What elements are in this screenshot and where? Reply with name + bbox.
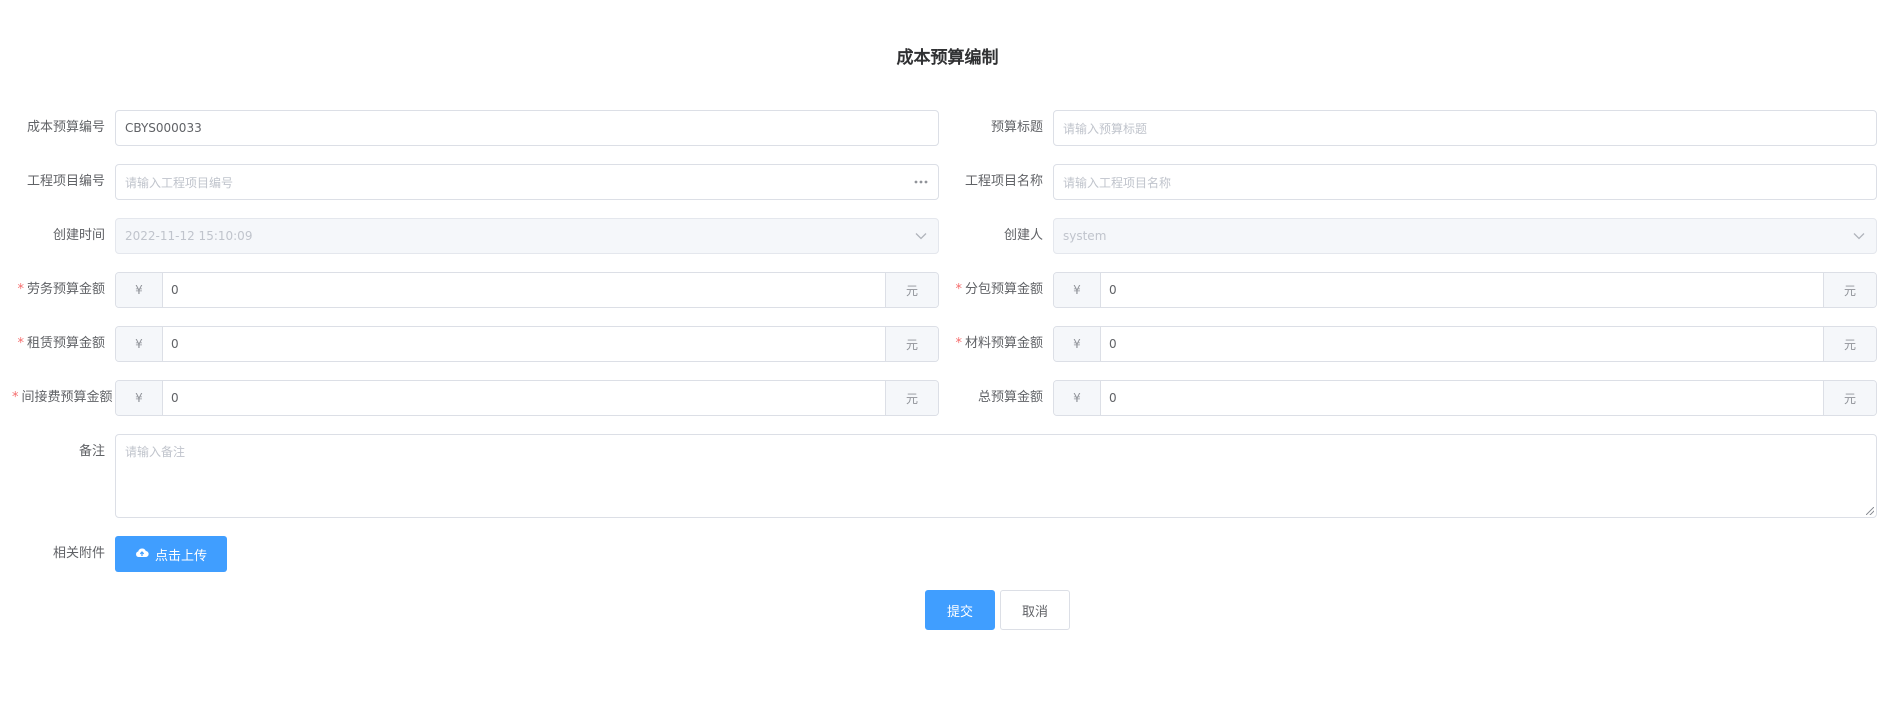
lease-row: * 租赁预算金额 ¥ 0 元 — [12, 326, 939, 362]
chevron-down-icon — [1851, 228, 1867, 244]
creator-row: 创建人 system — [950, 218, 1877, 254]
indirect-label: * 间接费预算金额 — [12, 390, 113, 405]
lease-amount-input[interactable]: ¥ 0 元 — [115, 326, 939, 362]
cancel-button[interactable]: 取消 — [1000, 590, 1070, 630]
project-name-placeholder: 请输入工程项目名称 — [1063, 175, 1172, 190]
chevron-down-icon — [913, 228, 929, 244]
project-name-row: 工程项目名称 请输入工程项目名称 — [950, 164, 1877, 200]
indirect-amount-input[interactable]: ¥ 0 元 — [115, 380, 939, 416]
project-no-row: 工程项目编号 请输入工程项目编号 — [12, 164, 939, 200]
material-row: * 材料预算金额 ¥ 0 元 — [950, 326, 1877, 362]
indirect-amount-value[interactable]: 0 — [163, 381, 885, 415]
upload-button[interactable]: 点击上传 — [115, 536, 228, 572]
remark-label: 备注 — [78, 444, 105, 459]
created-at-select[interactable]: 2022-11-12 15:10:09 — [115, 218, 939, 254]
subcontract-row: * 分包预算金额 ¥ 0 元 — [950, 272, 1877, 308]
project-name-input[interactable]: 请输入工程项目名称 — [1053, 164, 1877, 200]
budget-no-row: 成本预算编号 CBYS000033 — [12, 110, 939, 146]
budget-no-label: 成本预算编号 — [26, 120, 105, 135]
currency-prefix: ¥ — [1054, 327, 1101, 361]
currency-prefix: ¥ — [116, 327, 163, 361]
material-amount-input[interactable]: ¥ 0 元 — [1053, 326, 1877, 362]
remark-placeholder: 请输入备注 — [125, 445, 186, 459]
required-mark: * — [17, 336, 24, 351]
budget-form-page: 成本预算编制 成本预算编号 CBYS000033 预算标题 请输入预算标题 工程… — [0, 0, 1895, 704]
project-no-label: 工程项目编号 — [26, 174, 105, 189]
unit-suffix: 元 — [1823, 381, 1876, 415]
budget-no-input[interactable]: CBYS000033 — [115, 110, 939, 146]
total-row: 总预算金额 ¥ 0 元 — [950, 380, 1877, 416]
subcontract-amount-input[interactable]: ¥ 0 元 — [1053, 272, 1877, 308]
unit-suffix: 元 — [885, 327, 938, 361]
labor-amount-value[interactable]: 0 — [163, 273, 885, 307]
project-name-label: 工程项目名称 — [964, 174, 1043, 189]
budget-title-row: 预算标题 请输入预算标题 — [950, 110, 1877, 146]
upload-button-label: 点击上传 — [155, 547, 208, 563]
remark-textarea[interactable]: 请输入备注 — [115, 434, 1877, 518]
unit-suffix: 元 — [885, 273, 938, 307]
creator-value: system — [1063, 229, 1107, 243]
page-title: 成本预算编制 — [896, 48, 999, 68]
subcontract-label: * 分包预算金额 — [955, 282, 1043, 297]
required-mark: * — [12, 390, 19, 405]
currency-prefix: ¥ — [116, 273, 163, 307]
unit-suffix: 元 — [885, 381, 938, 415]
unit-suffix: 元 — [1823, 327, 1876, 361]
required-mark: * — [955, 282, 962, 297]
created-at-value: 2022-11-12 15:10:09 — [125, 229, 253, 243]
project-no-placeholder: 请输入工程项目编号 — [125, 175, 234, 190]
created-at-label: 创建时间 — [52, 228, 105, 243]
cloud-upload-icon — [135, 547, 149, 562]
attachment-row: 相关附件 点击上传 — [0, 536, 240, 572]
required-mark: * — [17, 282, 24, 297]
required-mark: * — [955, 336, 962, 351]
resize-handle[interactable] — [1866, 507, 1874, 515]
budget-title-placeholder: 请输入预算标题 — [1063, 121, 1148, 136]
subcontract-amount-value[interactable]: 0 — [1101, 273, 1823, 307]
total-amount-input[interactable]: ¥ 0 元 — [1053, 380, 1877, 416]
labor-label: * 劳务预算金额 — [17, 282, 105, 297]
creator-select[interactable]: system — [1053, 218, 1877, 254]
project-no-input[interactable]: 请输入工程项目编号 — [115, 164, 939, 200]
material-amount-value[interactable]: 0 — [1101, 327, 1823, 361]
budget-no-value: CBYS000033 — [125, 121, 202, 135]
ellipsis-icon[interactable] — [913, 174, 929, 190]
created-at-row: 创建时间 2022-11-12 15:10:09 — [12, 218, 939, 254]
unit-suffix: 元 — [1823, 273, 1876, 307]
currency-prefix: ¥ — [116, 381, 163, 415]
labor-row: * 劳务预算金额 ¥ 0 元 — [12, 272, 939, 308]
material-label: * 材料预算金额 — [955, 336, 1043, 351]
submit-button[interactable]: 提交 — [925, 590, 995, 630]
total-amount-value[interactable]: 0 — [1101, 381, 1823, 415]
creator-label: 创建人 — [1003, 228, 1043, 243]
lease-amount-value[interactable]: 0 — [163, 327, 885, 361]
indirect-row: * 间接费预算金额 ¥ 0 元 — [12, 380, 939, 416]
labor-amount-input[interactable]: ¥ 0 元 — [115, 272, 939, 308]
currency-prefix: ¥ — [1054, 381, 1101, 415]
total-label: 总预算金额 — [977, 390, 1043, 405]
budget-title-input[interactable]: 请输入预算标题 — [1053, 110, 1877, 146]
attachment-label: 相关附件 — [52, 546, 105, 561]
lease-label: * 租赁预算金额 — [17, 336, 105, 351]
budget-title-label: 预算标题 — [990, 120, 1043, 135]
currency-prefix: ¥ — [1054, 273, 1101, 307]
